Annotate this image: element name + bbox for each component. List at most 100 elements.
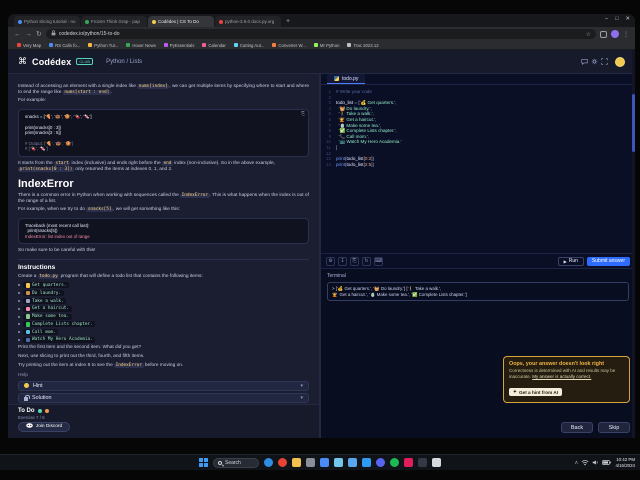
expand-icon[interactable] (601, 58, 608, 65)
emoji-icon (25, 322, 30, 327)
bookmark-label: Very Map (23, 42, 42, 48)
breadcrumb-chapter[interactable]: Lists (130, 59, 142, 65)
todo-item-pill: Call mom. (23, 329, 59, 336)
window-close-button[interactable]: ✕ (625, 16, 630, 22)
browser-tab[interactable]: Codédex | CS To Do (148, 16, 214, 27)
breadcrumb-course[interactable]: Python (106, 59, 125, 65)
refresh-icon[interactable]: ↻ (36, 31, 42, 38)
code-editor[interactable]: 1 # Write your code 2 3 todo_list = ['💰 Get … (321, 85, 635, 253)
line-number: 14 (325, 161, 331, 167)
bookmark-label: Hover News (132, 42, 156, 48)
extensions-icon[interactable] (600, 30, 607, 38)
chat-icon[interactable] (581, 58, 588, 65)
exercise-progress: Exercise 7 / 8 (18, 415, 45, 420)
gear-icon[interactable] (591, 58, 598, 65)
toast-body: Correctness is determined with AI and re… (509, 368, 616, 380)
back-icon[interactable]: ← (14, 31, 21, 38)
window-maximize-button[interactable]: □ (615, 16, 618, 22)
user-avatar[interactable] (615, 56, 625, 67)
join-discord-button[interactable]: Join Discord (18, 421, 70, 432)
accordion-solution[interactable]: Solution ▾ (18, 393, 309, 404)
bookmark-item[interactable]: Trac 2023.12 (347, 42, 379, 48)
todo-item-pill: Take a walk. (23, 298, 67, 304)
page-scrollbar[interactable] (632, 50, 635, 438)
scrollbar-thumb[interactable] (632, 94, 635, 152)
back-button[interactable]: Back (561, 422, 593, 433)
editor-tab-todo-py[interactable]: todo.py (327, 74, 366, 84)
editor-tab-bar: todo.py (321, 74, 635, 85)
browser-tab[interactable]: Frozen Think Grap - pap (81, 16, 147, 27)
inline-code: print(snacks[0 : 3]) (18, 166, 74, 172)
reset-icon[interactable]: ↻ (362, 256, 371, 266)
mail-icon[interactable] (348, 458, 357, 467)
emoji-icon (25, 298, 30, 304)
edge-icon[interactable] (264, 458, 273, 467)
copy-icon[interactable]: ⎘ (350, 256, 359, 266)
accordion-hint[interactable]: Hint ▾ (18, 380, 309, 391)
accordion-label: Solution (32, 395, 52, 402)
presence-avatars (37, 408, 49, 413)
codedex-logo-icon[interactable]: ⌘ (18, 56, 27, 67)
bookmark-item[interactable]: RS Calls fo... (49, 43, 80, 48)
taskbar: Search ∧ 10:42 PM 4/16/2024 (0, 454, 640, 470)
speaker-icon[interactable] (592, 459, 599, 466)
bookmark-item[interactable]: Hover News (126, 42, 156, 48)
settings-icon[interactable] (306, 458, 315, 467)
wifi-icon[interactable] (581, 459, 589, 466)
file-explorer-icon[interactable] (292, 458, 301, 467)
bookmark-favicon-icon (17, 43, 21, 47)
lesson-paragraph: For example, when we try to do snacks[5]… (18, 207, 309, 213)
spotify-icon[interactable] (390, 458, 399, 467)
vscode-icon[interactable] (362, 458, 371, 467)
browser-tab[interactable]: Python slicing tutorial - no (14, 16, 80, 27)
browser-profile-avatar[interactable] (611, 30, 619, 38)
terminal-output[interactable]: > ['💰 Get quarters.', '🧺 Do laundry.'] [… (327, 282, 629, 302)
forward-icon[interactable]: → (25, 31, 32, 38)
bookmark-item[interactable]: Calendar (202, 43, 226, 48)
browser-tab[interactable]: python-3.9.0 docs.py.org (215, 16, 281, 27)
keyboard-icon[interactable]: ⌨ (374, 256, 383, 266)
browser-menu-icon[interactable]: ⋮ (623, 31, 629, 38)
todo-item-label: Complete Lists chapter. (32, 321, 93, 327)
text-run: It starts from the (18, 160, 54, 166)
bookmark-item[interactable]: Python Tut... (88, 43, 118, 48)
address-bar[interactable]: codedex.io/python/15-to-do ☆ (45, 29, 596, 39)
breadcrumb[interactable]: Python / Lists (106, 59, 142, 65)
settings-icon[interactable]: ⚙ (326, 256, 335, 266)
battery-icon[interactable] (602, 460, 612, 465)
bookmark-item[interactable]: PyEssentials (163, 43, 194, 48)
text-run: Try printing out the item at index 8 to … (18, 362, 115, 368)
terminal-icon[interactable] (418, 458, 427, 467)
run-button[interactable]: ▶ Run (557, 256, 584, 266)
github-icon[interactable] (432, 458, 441, 467)
new-tab-button[interactable]: + (286, 18, 290, 25)
bookmark-item[interactable]: Converter W... (272, 43, 306, 48)
bookmark-item[interactable]: Cutting Aut... (233, 43, 264, 48)
help-label: Help (18, 373, 28, 379)
submit-answer-button[interactable]: Submit answer (586, 256, 630, 266)
bookmark-item[interactable]: Very Map (17, 43, 41, 48)
store-icon[interactable] (320, 458, 329, 467)
taskbar-clock[interactable]: 10:42 PM 4/16/2024 (615, 457, 635, 468)
get-hint-label: Get a hint from AI (518, 389, 559, 395)
chrome-icon[interactable] (278, 458, 287, 467)
start-button[interactable] (199, 458, 208, 467)
copy-icon[interactable]: ⎘ (301, 111, 305, 117)
answer-correct-link[interactable]: My answer is actually correct. (532, 374, 591, 379)
codedex-logo[interactable]: Codédex (32, 57, 71, 67)
bookmark-star-icon[interactable]: ☆ (586, 31, 591, 38)
bookmark-item[interactable]: Mr Python (313, 43, 339, 48)
todo-item-label: Do laundry. (32, 290, 62, 296)
photos-icon[interactable] (334, 458, 343, 467)
chevron-up-icon[interactable]: ∧ (574, 460, 578, 466)
bookmark-label: Trac 2023.12 (353, 42, 379, 48)
lesson-content[interactable]: Instead of accessing an element with a s… (8, 74, 319, 404)
download-icon[interactable]: ↧ (338, 256, 347, 266)
taskbar-search[interactable]: Search (213, 457, 259, 468)
bullet-icon (18, 331, 20, 334)
get-hint-button[interactable]: ✦ Get a hint from AI (509, 388, 563, 396)
window-minimize-button[interactable]: – (605, 16, 608, 22)
slack-icon[interactable] (404, 458, 413, 467)
skip-button[interactable]: Skip (598, 422, 630, 433)
discord-icon[interactable] (376, 458, 385, 467)
